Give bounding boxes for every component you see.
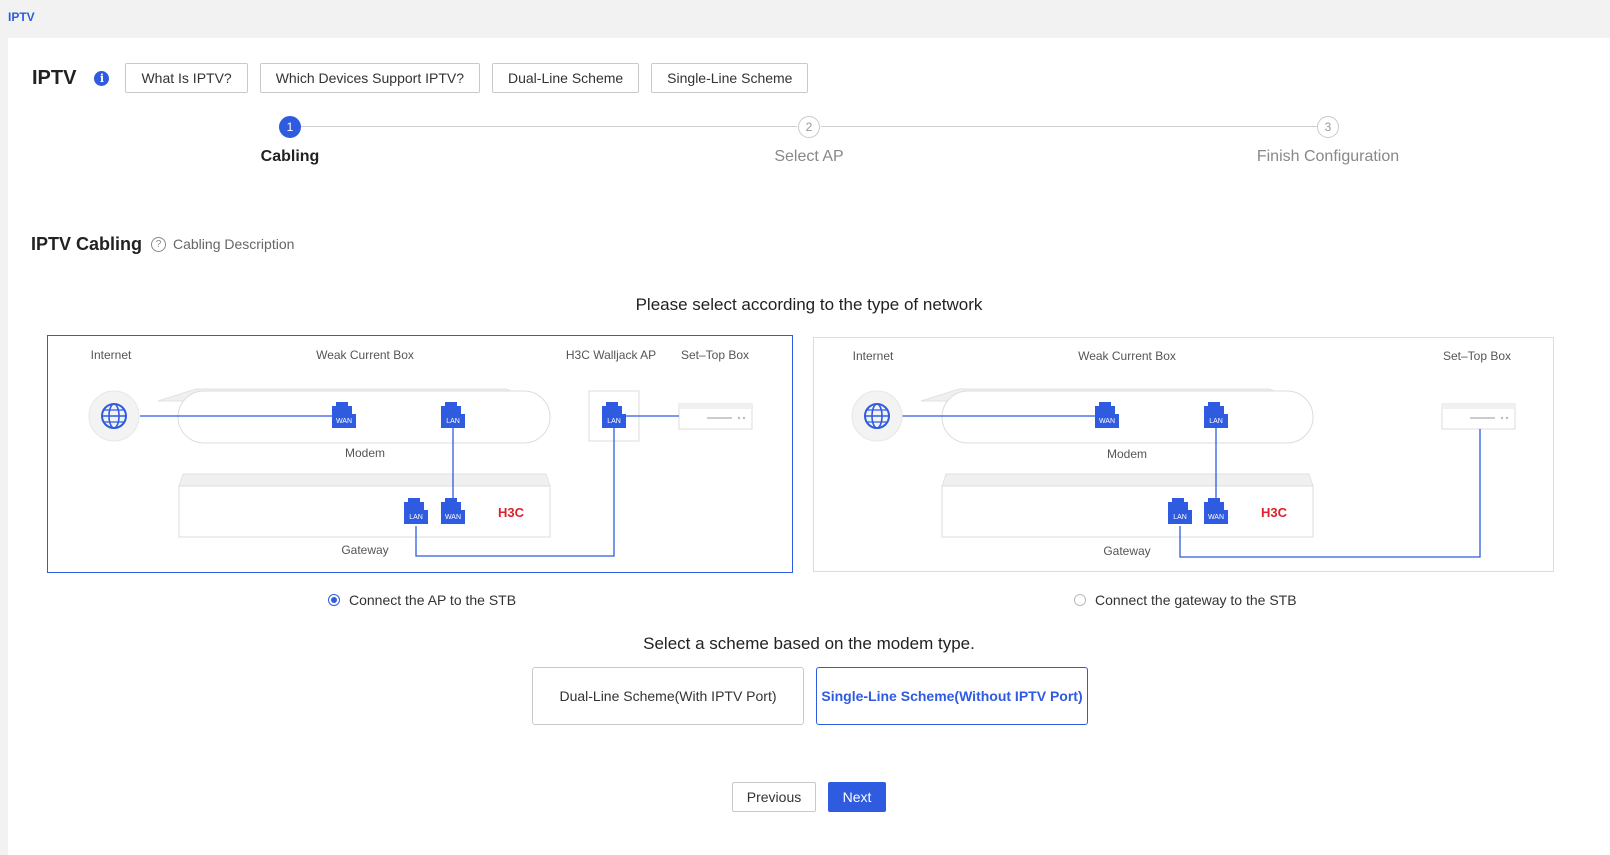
gateway-box (941, 485, 1314, 538)
set-top-box-top (1442, 404, 1515, 409)
question-circle-icon: ? (151, 236, 166, 252)
step-1-label: Cabling (260, 148, 320, 165)
cabling-diagram-gateway: Internet Weak Current Box Set–Top Box Mo… (851, 349, 1516, 558)
gateway-top (178, 473, 551, 487)
set-top-box-led (742, 416, 746, 420)
step-connector (821, 126, 1317, 127)
dual-line-scheme-button[interactable]: Dual-Line Scheme (492, 63, 640, 93)
single-line-scheme-option[interactable]: Single-Line Scheme(Without IPTV Port) (816, 667, 1088, 725)
page-title: IPTV (32, 66, 77, 89)
scheme-prompt: Select a scheme based on the modem type. (643, 634, 975, 653)
walljack-ap-label: H3C Walljack AP (566, 348, 656, 362)
next-button[interactable]: Next (828, 782, 886, 812)
step-1-circle: 1 (279, 116, 301, 138)
weak-current-box-label: Weak Current Box (316, 348, 414, 362)
step-3-label: Finish Configuration (1256, 148, 1400, 165)
cabling-description-link[interactable]: ? Cabling Description (151, 236, 294, 252)
what-is-iptv-button[interactable]: What Is IPTV? (125, 63, 248, 93)
previous-button[interactable]: Previous (732, 782, 816, 812)
modem-box (177, 390, 551, 444)
gateway-label: Gateway (341, 543, 388, 557)
set-top-box-led (737, 416, 741, 420)
network-prompt: Please select according to the type of n… (635, 295, 983, 314)
diagram-ap-to-stb[interactable]: Internet Weak Current Box H3C Walljack A… (47, 335, 793, 573)
radio-ap-to-stb[interactable] (328, 594, 340, 606)
option-gateway-to-stb[interactable]: Connect the gateway to the STB (1074, 592, 1297, 608)
gateway-top (941, 473, 1314, 487)
gateway-box (178, 485, 551, 538)
h3c-logo: H3C (1261, 505, 1288, 520)
svg-text:LAN: LAN (446, 418, 460, 425)
step-2-label: Select AP (774, 148, 844, 165)
modem-label: Modem (1107, 447, 1147, 461)
set-top-box-label: Set–Top Box (1443, 349, 1511, 363)
step-2-circle: 2 (798, 116, 820, 138)
title-row: IPTV i What Is IPTV? Which Devices Suppo… (32, 62, 820, 94)
internet-label: Internet (91, 348, 132, 362)
step-indicator: 1 Cabling 2 Select AP 3 Finish Configura… (8, 116, 1610, 176)
modem-label: Modem (345, 446, 385, 460)
set-top-box-label: Set–Top Box (681, 348, 749, 362)
info-icon[interactable]: i (94, 70, 110, 86)
set-top-box-led (1500, 416, 1504, 420)
breadcrumb[interactable]: IPTV (8, 10, 35, 24)
modem-box (941, 390, 1314, 444)
dual-line-scheme-option[interactable]: Dual-Line Scheme(With IPTV Port) (532, 667, 804, 725)
weak-current-box-label: Weak Current Box (1078, 349, 1176, 363)
gateway-label: Gateway (1103, 544, 1150, 558)
option-gateway-to-stb-label: Connect the gateway to the STB (1095, 592, 1297, 608)
h3c-logo: H3C (498, 505, 525, 520)
svg-text:LAN: LAN (1173, 514, 1187, 521)
cabling-description-text: Cabling Description (173, 236, 295, 252)
svg-text:LAN: LAN (607, 418, 621, 425)
step-connector (301, 126, 797, 127)
option-ap-to-stb-label: Connect the AP to the STB (349, 592, 517, 608)
section-title: IPTV Cabling (31, 234, 143, 254)
svg-text:WAN: WAN (445, 514, 461, 521)
svg-text:WAN: WAN (1099, 418, 1115, 425)
main-panel: IPTV i What Is IPTV? Which Devices Suppo… (8, 38, 1610, 855)
supported-devices-button[interactable]: Which Devices Support IPTV? (259, 63, 480, 93)
internet-label: Internet (853, 349, 894, 363)
cabling-diagram-ap: Internet Weak Current Box H3C Walljack A… (88, 348, 753, 557)
diagram-gateway-to-stb[interactable]: Internet Weak Current Box Set–Top Box Mo… (813, 337, 1554, 572)
step-3-circle: 3 (1317, 116, 1339, 138)
option-ap-to-stb[interactable]: Connect the AP to the STB (328, 592, 516, 608)
single-line-scheme-button[interactable]: Single-Line Scheme (651, 63, 809, 93)
top-bar: IPTV (0, 0, 1610, 38)
set-top-box-led (1505, 416, 1509, 420)
set-top-box-top (679, 404, 752, 409)
radio-gateway-to-stb[interactable] (1074, 594, 1086, 606)
svg-text:LAN: LAN (1209, 418, 1223, 425)
svg-text:LAN: LAN (409, 514, 423, 521)
svg-text:WAN: WAN (336, 418, 352, 425)
svg-text:WAN: WAN (1208, 514, 1224, 521)
